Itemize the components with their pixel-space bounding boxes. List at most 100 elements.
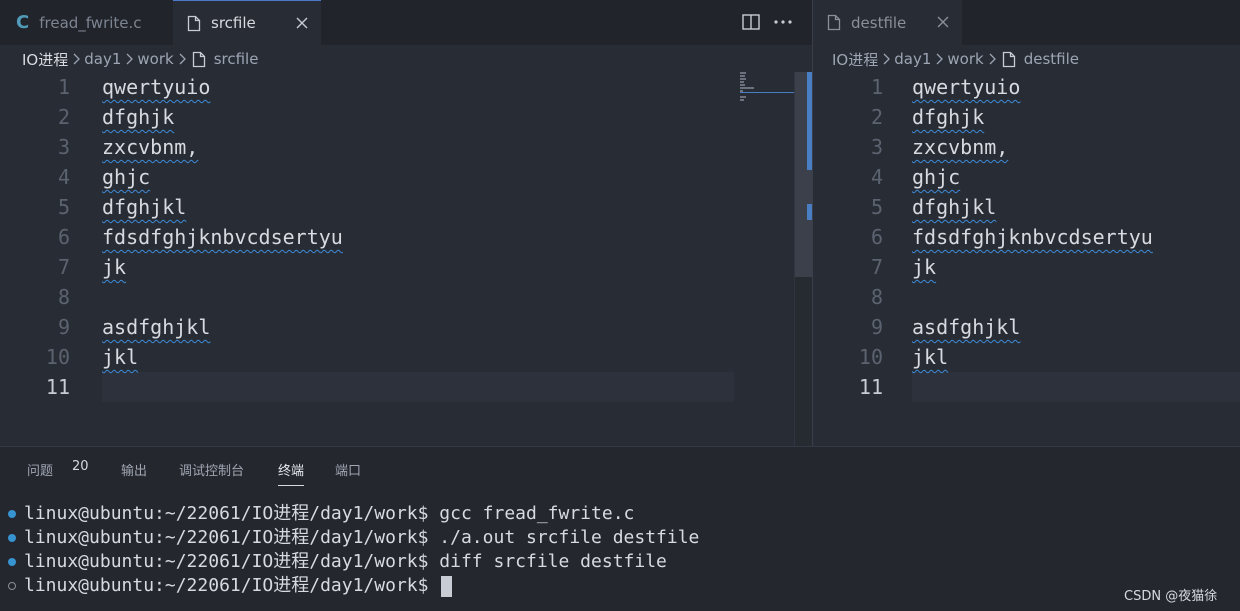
code-line: jk bbox=[912, 255, 937, 279]
line-number: 2 bbox=[57, 105, 70, 129]
tab-destfile[interactable]: destfile bbox=[813, 0, 962, 45]
right-tab-bar: destfile bbox=[813, 0, 1240, 45]
panel-tab-ports[interactable]: 端口 bbox=[335, 460, 361, 479]
line-number: 9 bbox=[870, 315, 883, 339]
line-number: 7 bbox=[870, 255, 883, 279]
line-number-gutter: 1 2 3 4 5 6 7 8 9 10 11 bbox=[0, 72, 82, 402]
breadcrumb: IO进程 day1 work destfile bbox=[813, 45, 1240, 73]
breadcrumb-item[interactable]: work bbox=[137, 50, 173, 68]
right-editor-pane: destfile IO进程 day1 work destfile 1 2 3 4… bbox=[813, 0, 1240, 446]
chevron-right-icon bbox=[935, 53, 944, 65]
terminal-command: ./a.out srcfile destfile bbox=[439, 527, 700, 548]
left-editor-pane: C fread_fwrite.c srcfile IO进程 day1 work … bbox=[0, 0, 812, 446]
line-number: 4 bbox=[57, 165, 70, 189]
line-number: 10 bbox=[45, 345, 70, 369]
terminal-cursor bbox=[441, 575, 453, 597]
line-number: 8 bbox=[870, 285, 883, 309]
breadcrumb-item[interactable]: work bbox=[947, 50, 983, 68]
code-line: zxcvbnm, bbox=[912, 135, 1009, 159]
chevron-right-icon bbox=[72, 53, 81, 65]
panel-tab-debug-console[interactable]: 调试控制台 bbox=[179, 460, 244, 479]
code-line: jk bbox=[102, 255, 127, 279]
c-language-icon: C bbox=[16, 12, 30, 33]
terminal-line: linux@ubuntu:~/22061/IO进程/day1/work$ dif… bbox=[8, 550, 667, 574]
tab-label: srcfile bbox=[211, 14, 256, 32]
breadcrumb-item[interactable]: IO进程 bbox=[832, 49, 878, 70]
minimap[interactable] bbox=[740, 72, 794, 446]
line-number: 8 bbox=[57, 285, 70, 309]
code-line: zxcvbnm, bbox=[102, 135, 199, 159]
watermark: CSDN @夜猫徐 bbox=[1124, 589, 1218, 604]
tab-label: destfile bbox=[851, 13, 907, 32]
breadcrumb-item[interactable]: srcfile bbox=[214, 50, 259, 68]
code-line: ghjc bbox=[912, 165, 961, 189]
code-editor[interactable]: qwertyuio dfghjk zxcvbnm, ghjc dfghjkl f… bbox=[912, 72, 1240, 402]
terminal-line[interactable]: linux@ubuntu:~/22061/IO进程/day1/work$ bbox=[8, 574, 453, 598]
panel-tab-problems[interactable]: 问题 bbox=[27, 460, 53, 479]
chevron-right-icon bbox=[988, 53, 996, 65]
code-line: asdfghjkl bbox=[912, 315, 1021, 339]
breadcrumb: IO进程 day1 work srcfile bbox=[0, 45, 812, 73]
close-icon[interactable] bbox=[292, 13, 312, 33]
file-icon bbox=[1002, 51, 1016, 68]
left-tab-bar: C fread_fwrite.c srcfile bbox=[0, 0, 812, 45]
split-editor-icon[interactable] bbox=[740, 11, 762, 33]
line-number: 11 bbox=[858, 375, 883, 399]
panel-tab-terminal[interactable]: 终端 bbox=[278, 460, 305, 486]
command-status-dot-icon[interactable] bbox=[8, 510, 16, 518]
code-line: fdsdfghjknbvcdsertyu bbox=[102, 225, 343, 249]
vertical-scrollbar[interactable] bbox=[794, 72, 812, 446]
line-number: 11 bbox=[45, 375, 70, 399]
file-icon bbox=[187, 15, 201, 32]
tab-label: fread_fwrite.c bbox=[39, 13, 142, 32]
terminal-line: linux@ubuntu:~/22061/IO进程/day1/work$ ./a… bbox=[8, 526, 699, 550]
line-number: 3 bbox=[57, 135, 70, 159]
terminal-prompt: linux@ubuntu:~/22061/IO进程/day1/work$ bbox=[24, 575, 440, 596]
more-actions-icon[interactable] bbox=[772, 11, 794, 33]
line-number: 6 bbox=[57, 225, 70, 249]
code-editor[interactable]: qwertyuio dfghjk zxcvbnm, ghjc dfghjkl f… bbox=[102, 72, 812, 402]
bottom-panel: 问题 20 输出 调试控制台 终端 端口 linux@ubuntu:~/2206… bbox=[0, 446, 1240, 611]
line-number-gutter: 1 2 3 4 5 6 7 8 9 10 11 bbox=[813, 72, 895, 402]
problems-count-badge: 20 bbox=[72, 459, 89, 474]
chevron-right-icon bbox=[125, 53, 134, 65]
breadcrumb-item[interactable]: destfile bbox=[1024, 50, 1079, 68]
terminal-line: linux@ubuntu:~/22061/IO进程/day1/work$ gcc… bbox=[8, 502, 634, 526]
line-number: 7 bbox=[57, 255, 70, 279]
line-number: 1 bbox=[57, 75, 70, 99]
terminal-command: diff srcfile destfile bbox=[439, 551, 667, 572]
file-icon bbox=[192, 51, 206, 68]
command-status-dot-icon[interactable] bbox=[8, 558, 16, 566]
command-status-dot-icon[interactable] bbox=[8, 582, 16, 590]
chevron-right-icon bbox=[882, 53, 891, 65]
tab-srcfile[interactable]: srcfile bbox=[173, 0, 321, 45]
code-line: qwertyuio bbox=[912, 75, 1021, 99]
code-line: fdsdfghjknbvcdsertyu bbox=[912, 225, 1153, 249]
breadcrumb-item[interactable]: day1 bbox=[894, 50, 931, 68]
line-number: 6 bbox=[870, 225, 883, 249]
line-number: 1 bbox=[870, 75, 883, 99]
breadcrumb-item[interactable]: IO进程 bbox=[22, 49, 68, 70]
tab-fread-fwrite-c[interactable]: C fread_fwrite.c bbox=[0, 0, 172, 45]
close-icon[interactable] bbox=[933, 12, 953, 32]
command-status-dot-icon[interactable] bbox=[8, 534, 16, 542]
terminal-prompt: linux@ubuntu:~/22061/IO进程/day1/work$ bbox=[24, 551, 440, 572]
breadcrumb-item[interactable]: day1 bbox=[84, 50, 121, 68]
code-line: jkl bbox=[102, 345, 139, 369]
line-number: 5 bbox=[870, 195, 883, 219]
line-number: 3 bbox=[870, 135, 883, 159]
line-number: 9 bbox=[57, 315, 70, 339]
terminal-command: gcc fread_fwrite.c bbox=[439, 503, 635, 524]
line-number: 10 bbox=[858, 345, 883, 369]
code-line: jkl bbox=[912, 345, 949, 369]
code-line: asdfghjkl bbox=[102, 315, 211, 339]
line-number: 2 bbox=[870, 105, 883, 129]
terminal-prompt: linux@ubuntu:~/22061/IO进程/day1/work$ bbox=[24, 503, 440, 524]
panel-tab-output[interactable]: 输出 bbox=[121, 460, 147, 479]
code-line: qwertyuio bbox=[102, 75, 211, 99]
chevron-right-icon bbox=[178, 53, 186, 65]
